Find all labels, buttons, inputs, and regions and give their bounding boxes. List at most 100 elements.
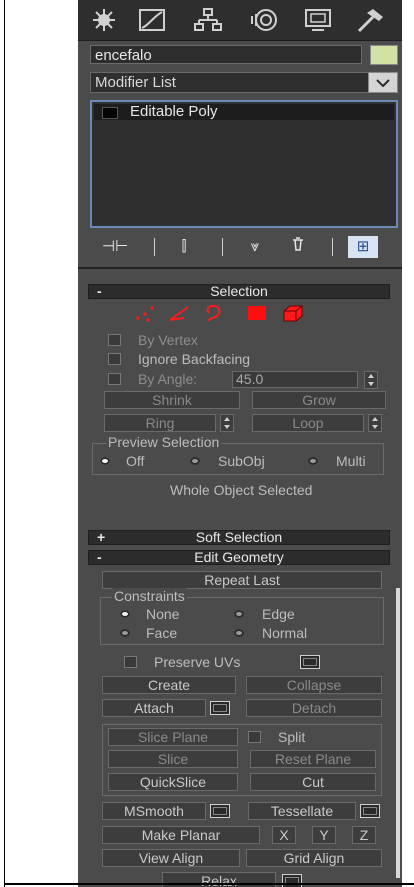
quickslice-button[interactable]: QuickSlice <box>108 773 238 791</box>
by-angle-checkbox[interactable] <box>108 373 121 385</box>
preserve-uvs-settings-button[interactable] <box>300 655 320 669</box>
preserve-uvs-checkbox[interactable] <box>124 656 137 668</box>
tab-motion[interactable] <box>242 6 286 34</box>
ignore-backfacing-label: Ignore Backfacing <box>138 351 251 367</box>
loop-spinner[interactable] <box>368 414 382 432</box>
ring-button[interactable]: Ring <box>104 414 216 432</box>
reset-plane-button[interactable]: Reset Plane <box>250 750 376 768</box>
msmooth-button[interactable]: MSmooth <box>102 802 206 820</box>
make-planar-y-button[interactable]: Y <box>312 826 336 844</box>
collapse-button[interactable]: Collapse <box>246 676 382 694</box>
preview-multi-label: Multi <box>336 453 366 469</box>
panel-divider <box>78 267 402 269</box>
rollout-title: Selection <box>210 283 268 299</box>
split-label: Split <box>278 729 306 745</box>
preview-off-label: Off <box>126 453 145 469</box>
msmooth-settings-button[interactable] <box>210 804 230 818</box>
stack-item-editable-poly[interactable]: Editable Poly <box>94 104 394 120</box>
preview-multi-radio[interactable] <box>308 457 318 465</box>
display-icon <box>305 9 331 31</box>
separator <box>222 238 223 256</box>
by-vertex-checkbox[interactable] <box>108 334 121 346</box>
selection-status-text: Whole Object Selected <box>170 482 313 498</box>
preview-subobj-radio[interactable] <box>190 457 200 465</box>
polygon-icon[interactable] <box>246 304 268 322</box>
tessellate-button[interactable]: Tessellate <box>248 802 356 820</box>
preview-off-radio[interactable] <box>100 457 110 465</box>
pin-stack-icon[interactable]: ⊣⊢ <box>102 236 128 258</box>
constraints-group <box>100 597 384 645</box>
modifier-stack: Editable Poly <box>90 100 398 228</box>
make-planar-button[interactable]: Make Planar <box>102 826 260 844</box>
by-angle-label: By Angle: <box>138 371 198 387</box>
view-align-button[interactable]: View Align <box>102 849 240 867</box>
tab-display[interactable] <box>296 6 340 34</box>
remove-modifier-icon[interactable] <box>288 236 308 258</box>
tessellate-settings-button[interactable] <box>360 804 380 818</box>
ring-spinner[interactable] <box>220 414 234 432</box>
angle-spinner[interactable] <box>364 371 378 389</box>
constraint-edge-label: Edge <box>262 606 295 622</box>
preserve-uvs-label: Preserve UVs <box>154 654 241 670</box>
split-checkbox[interactable] <box>248 731 261 743</box>
object-color-swatch[interactable] <box>370 45 398 65</box>
show-end-result-icon[interactable]: ⫿ <box>174 236 194 258</box>
expand-icon[interactable] <box>102 107 118 119</box>
chevron-down-icon <box>376 78 390 87</box>
tab-modify[interactable] <box>130 6 174 34</box>
make-planar-x-button[interactable]: X <box>272 826 296 844</box>
ignore-backfacing-checkbox[interactable] <box>108 353 121 365</box>
stack-toolbar: ⊣⊢ ⫿ ⩔ ⊞ <box>78 232 402 262</box>
attach-list-button[interactable] <box>210 701 230 715</box>
slice-plane-button[interactable]: Slice Plane <box>108 728 238 746</box>
soft-selection-rollout-header[interactable]: + Soft Selection <box>88 530 390 545</box>
right-margin <box>402 0 414 887</box>
panel-scrollbar[interactable] <box>396 588 400 878</box>
constraint-edge-radio[interactable] <box>234 610 244 618</box>
vertex-icon[interactable] <box>134 304 156 322</box>
collapse-icon: - <box>97 549 102 565</box>
angle-value-field[interactable]: 45.0 <box>232 371 358 388</box>
constraints-label: Constraints <box>112 588 187 604</box>
preview-selection-label: Preview Selection <box>106 434 222 450</box>
tab-utilities[interactable] <box>348 6 392 34</box>
constraint-face-radio[interactable] <box>120 629 130 637</box>
selection-rollout-header[interactable]: - Selection <box>88 284 390 299</box>
by-vertex-label: By Vertex <box>138 332 198 348</box>
constraint-face-label: Face <box>146 625 178 641</box>
create-button[interactable]: Create <box>102 676 236 694</box>
attach-button[interactable]: Attach <box>102 699 206 717</box>
element-icon[interactable] <box>282 304 304 322</box>
modifier-list-dropdown[interactable]: Modifier List <box>90 72 388 93</box>
relax-settings-button[interactable] <box>282 874 302 887</box>
edge-icon[interactable] <box>168 304 190 322</box>
command-panel-tabs <box>78 0 402 41</box>
make-unique-icon[interactable]: ⩔ <box>242 236 268 258</box>
separator <box>154 238 155 256</box>
repeat-last-button[interactable]: Repeat Last <box>102 571 382 589</box>
collapse-icon: - <box>97 283 102 299</box>
edit-geometry-rollout-header[interactable]: - Edit Geometry <box>88 550 390 565</box>
constraint-none-radio[interactable] <box>120 610 130 618</box>
cut-button[interactable]: Cut <box>250 773 376 791</box>
object-name-field[interactable]: encefalo <box>90 45 362 64</box>
rollout-title: Soft Selection <box>195 529 283 545</box>
make-planar-z-button[interactable]: Z <box>352 826 376 844</box>
grow-button[interactable]: Grow <box>252 391 386 409</box>
constraint-normal-label: Normal <box>262 625 308 641</box>
constraint-normal-radio[interactable] <box>234 629 244 637</box>
loop-button[interactable]: Loop <box>252 414 364 432</box>
detach-button[interactable]: Detach <box>246 699 382 717</box>
border-icon[interactable] <box>202 304 224 322</box>
tab-hierarchy[interactable] <box>186 6 230 34</box>
configure-modifier-sets-icon[interactable]: ⊞ <box>348 236 378 258</box>
motion-icon <box>251 9 277 31</box>
stack-item-label: Editable Poly <box>130 103 218 120</box>
tab-create[interactable] <box>82 6 126 34</box>
subobject-level-icons <box>134 302 374 324</box>
slice-button[interactable]: Slice <box>108 750 238 768</box>
constraint-none-label: None <box>146 606 180 622</box>
modifier-list-dropdown-button[interactable] <box>368 72 398 93</box>
shrink-button[interactable]: Shrink <box>104 391 240 409</box>
grid-align-button[interactable]: Grid Align <box>246 849 382 867</box>
